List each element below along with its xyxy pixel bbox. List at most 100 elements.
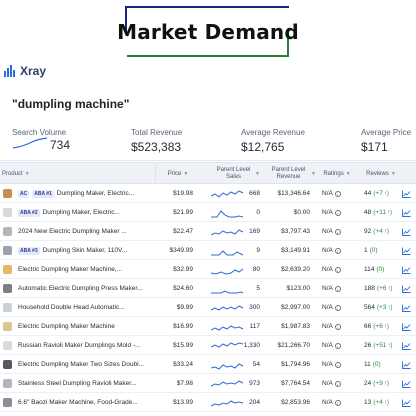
info-icon[interactable]: i bbox=[334, 323, 341, 330]
trend-chart-icon[interactable] bbox=[400, 184, 412, 203]
column-header-revenue[interactable]: Parent Level Revenue ▼ bbox=[268, 163, 316, 185]
column-header-product[interactable]: Product ▼ bbox=[2, 163, 152, 185]
info-icon[interactable]: i bbox=[334, 285, 341, 292]
product-thumbnail[interactable] bbox=[2, 260, 13, 279]
reviews-count: 66 bbox=[364, 323, 372, 330]
trend-chart-icon[interactable] bbox=[400, 298, 412, 317]
table-row[interactable]: AC ABA #1 Dumpling Maker, Electric... $19.… bbox=[0, 184, 416, 203]
column-header-ratings[interactable]: Ratings ▼ bbox=[318, 163, 356, 185]
revenue-cell: $13,346.64 bbox=[277, 190, 310, 197]
table-row[interactable]: Electric Dumpling Maker Machine $16.99 1… bbox=[0, 317, 416, 336]
product-image bbox=[3, 322, 12, 331]
table-row[interactable]: 6.6" Baozi Maker Machine, Food-Grade... … bbox=[0, 393, 416, 412]
product-cell[interactable]: ABA #3 Dumpling Skin Maker, 110V... bbox=[18, 241, 152, 260]
reviews-change: (+3 bbox=[376, 304, 387, 311]
column-header-reviews[interactable]: Reviews ▼ bbox=[360, 163, 402, 185]
product-image bbox=[3, 246, 12, 255]
info-icon[interactable]: i bbox=[334, 399, 341, 406]
info-icon[interactable]: i bbox=[334, 266, 341, 273]
product-cell[interactable]: Stainless Steel Dumpling Ravioli Maker..… bbox=[18, 374, 152, 393]
trend-chart-icon[interactable] bbox=[400, 222, 412, 241]
rating-cell: N/A i bbox=[322, 184, 348, 203]
product-name[interactable]: Electric Dumpling Maker Machine,... bbox=[18, 266, 122, 273]
trend-chart-icon[interactable] bbox=[400, 393, 412, 412]
reviews-change: (0) bbox=[369, 247, 378, 254]
product-thumbnail[interactable] bbox=[2, 203, 13, 222]
product-name[interactable]: Stainless Steel Dumpling Ravioli Maker..… bbox=[18, 380, 137, 387]
trend-chart-icon[interactable] bbox=[400, 336, 412, 355]
trend-chart-icon[interactable] bbox=[400, 317, 412, 336]
product-cell[interactable]: Automatic Electric Dumpling Press Maker.… bbox=[18, 279, 152, 298]
product-name[interactable]: Household Double Head Automatic... bbox=[18, 304, 125, 311]
table-row[interactable]: Household Double Head Automatic... $9.99… bbox=[0, 298, 416, 317]
info-icon[interactable]: i bbox=[334, 342, 341, 349]
product-name[interactable]: Dumpling Maker, Electric... bbox=[43, 209, 120, 216]
table-row[interactable]: Stainless Steel Dumpling Ravioli Maker..… bbox=[0, 374, 416, 393]
reviews-change: (0) bbox=[372, 361, 381, 368]
info-icon[interactable]: i bbox=[334, 209, 341, 216]
rating-value: N/A bbox=[322, 266, 333, 273]
sales-sparkline-icon bbox=[211, 184, 245, 203]
market-demand-banner: Market Demand bbox=[0, 0, 416, 58]
trend-chart-icon[interactable] bbox=[400, 260, 412, 279]
column-header-product-label: Product bbox=[2, 170, 23, 177]
product-thumbnail[interactable] bbox=[2, 374, 13, 393]
info-icon[interactable]: i bbox=[334, 380, 341, 387]
info-icon[interactable]: i bbox=[334, 247, 341, 254]
product-name[interactable]: Dumpling Skin Maker, 110V... bbox=[43, 247, 128, 254]
product-thumbnail[interactable] bbox=[2, 241, 13, 260]
product-cell[interactable]: Electric Dumpling Maker Two Sizes Doubl.… bbox=[18, 355, 152, 374]
info-icon[interactable]: i bbox=[334, 361, 341, 368]
table-row[interactable]: 2024 New Electric Dumpling Maker ... $22… bbox=[0, 222, 416, 241]
column-header-price[interactable]: Price ▼ bbox=[157, 163, 199, 185]
info-icon[interactable]: i bbox=[334, 228, 341, 235]
table-row[interactable]: ABA #3 Dumpling Skin Maker, 110V... $349.… bbox=[0, 241, 416, 260]
product-thumbnail[interactable] bbox=[2, 317, 13, 336]
rating-cell: N/A i bbox=[322, 298, 348, 317]
product-thumbnail[interactable] bbox=[2, 355, 13, 374]
product-cell[interactable]: AC ABA #1 Dumpling Maker, Electric... bbox=[18, 184, 152, 203]
trend-chart-icon[interactable] bbox=[400, 241, 412, 260]
reviews-cell: 66 (+6 ↑) bbox=[364, 317, 400, 336]
product-name[interactable]: Automatic Electric Dumpling Press Maker.… bbox=[18, 285, 143, 292]
product-cell[interactable]: 2024 New Electric Dumpling Maker ... bbox=[18, 222, 152, 241]
product-thumbnail[interactable] bbox=[2, 393, 13, 412]
product-cell[interactable]: 6.6" Baozi Maker Machine, Food-Grade... bbox=[18, 393, 152, 412]
product-thumbnail[interactable] bbox=[2, 298, 13, 317]
rating-value: N/A bbox=[322, 209, 333, 216]
table-row[interactable]: Electric Dumpling Maker Two Sizes Doubl.… bbox=[0, 355, 416, 374]
sort-caret-icon: ▼ bbox=[390, 170, 396, 177]
product-thumbnail[interactable] bbox=[2, 336, 13, 355]
product-name[interactable]: 6.6" Baozi Maker Machine, Food-Grade... bbox=[18, 399, 138, 406]
product-name[interactable]: Dumpling Maker, Electric... bbox=[57, 190, 134, 197]
table-row[interactable]: ABA #2 Dumpling Maker, Electric... $21.99… bbox=[0, 203, 416, 222]
product-cell[interactable]: Russian Ravioli Maker Dumplings Mold -..… bbox=[18, 336, 152, 355]
table-row[interactable]: Electric Dumpling Maker Machine,... $32.… bbox=[0, 260, 416, 279]
price-cell: $24.60 bbox=[173, 285, 193, 292]
table-row[interactable]: Automatic Electric Dumpling Press Maker.… bbox=[0, 279, 416, 298]
product-thumbnail[interactable] bbox=[2, 222, 13, 241]
revenue-cell: $3,149.91 bbox=[281, 247, 310, 254]
trend-chart-icon[interactable] bbox=[400, 203, 412, 222]
product-name[interactable]: Electric Dumpling Maker Two Sizes Doubl.… bbox=[18, 361, 144, 368]
table-row[interactable]: Russian Ravioli Maker Dumplings Mold -..… bbox=[0, 336, 416, 355]
product-name[interactable]: 2024 New Electric Dumpling Maker ... bbox=[18, 228, 127, 235]
product-name[interactable]: Electric Dumpling Maker Machine bbox=[18, 323, 115, 330]
product-image bbox=[3, 284, 12, 293]
product-thumbnail[interactable] bbox=[2, 184, 13, 203]
info-icon[interactable]: i bbox=[334, 190, 341, 197]
product-cell[interactable]: ABA #2 Dumpling Maker, Electric... bbox=[18, 203, 152, 222]
product-cell[interactable]: Electric Dumpling Maker Machine,... bbox=[18, 260, 152, 279]
column-header-sales[interactable]: Parent Level Sales ▼ bbox=[214, 163, 260, 185]
trend-chart-icon[interactable] bbox=[400, 279, 412, 298]
trend-chart-icon[interactable] bbox=[400, 374, 412, 393]
price-cell: $21.99 bbox=[173, 209, 193, 216]
product-name[interactable]: Russian Ravioli Maker Dumplings Mold -..… bbox=[18, 342, 140, 349]
reviews-cell: 188 (+6 ↑) bbox=[364, 279, 400, 298]
rating-value: N/A bbox=[322, 190, 333, 197]
trend-chart-icon[interactable] bbox=[400, 355, 412, 374]
product-cell[interactable]: Household Double Head Automatic... bbox=[18, 298, 152, 317]
info-icon[interactable]: i bbox=[334, 304, 341, 311]
product-thumbnail[interactable] bbox=[2, 279, 13, 298]
product-cell[interactable]: Electric Dumpling Maker Machine bbox=[18, 317, 152, 336]
